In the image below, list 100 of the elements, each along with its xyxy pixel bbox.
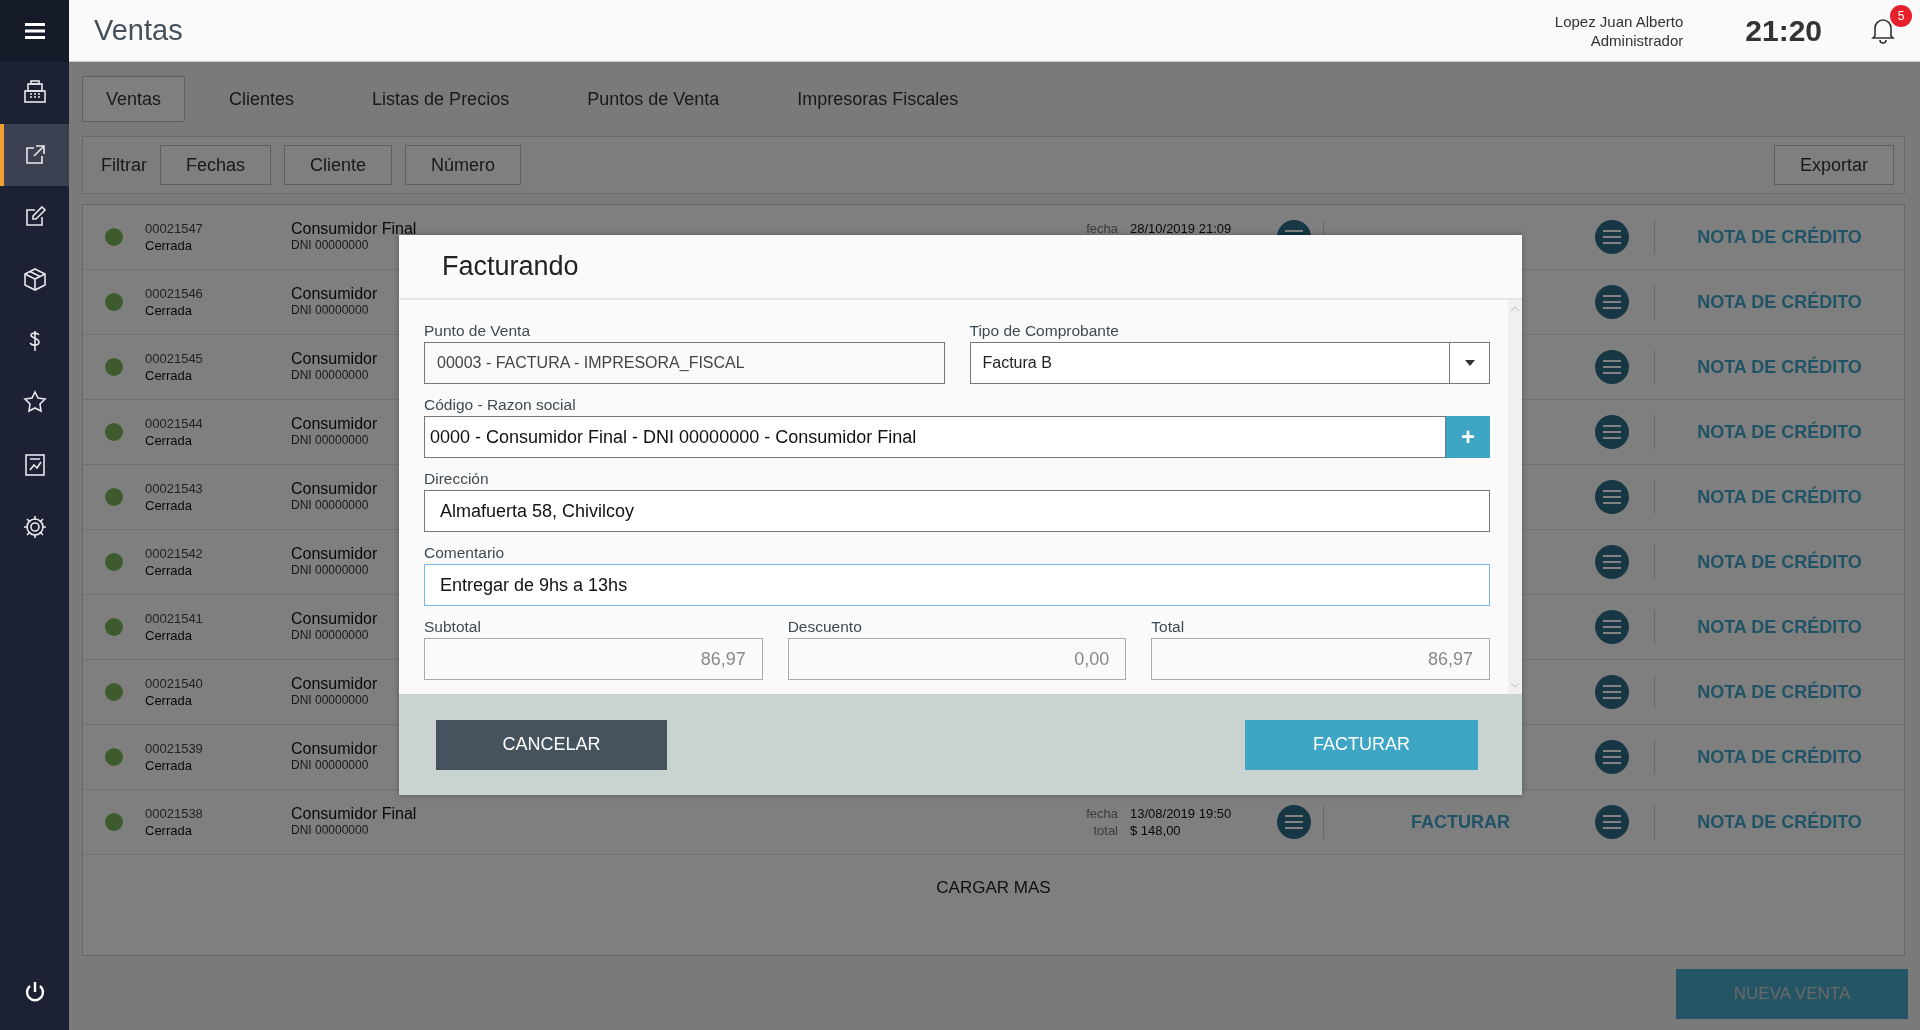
- options-button[interactable]: [1595, 480, 1629, 514]
- options-button[interactable]: [1595, 545, 1629, 579]
- input-field[interactable]: Entregar de 9hs a 13hs: [424, 564, 1490, 606]
- filter-button[interactable]: Número: [405, 145, 522, 185]
- tab[interactable]: Puntos de Venta: [563, 76, 744, 122]
- tab[interactable]: Ventas: [82, 76, 186, 122]
- power-icon: [23, 980, 46, 1004]
- options-button[interactable]: [1277, 805, 1311, 839]
- customer-dni: DNI 00000000: [291, 367, 369, 384]
- status-dot: [105, 358, 123, 376]
- credit-note-button[interactable]: NOTA DE CRÉDITO: [1691, 550, 1868, 574]
- list-icon: [1603, 230, 1621, 244]
- sale-total: $ 148,00: [1130, 823, 1181, 838]
- options-button[interactable]: [1595, 805, 1629, 839]
- field-label: Tipo de Comprobante: [969, 321, 1120, 341]
- field-label: Total: [1151, 617, 1186, 637]
- date-label: fecha: [1085, 806, 1118, 821]
- sale-date: 13/08/2019 19:50: [1130, 806, 1232, 821]
- customer-name: Consumidor Final: [291, 220, 417, 237]
- options-button[interactable]: [1595, 285, 1629, 319]
- caret-icon: [1464, 360, 1475, 366]
- scroll-down-icon: [1510, 682, 1520, 688]
- credit-note-button[interactable]: NOTA DE CRÉDITO: [1691, 225, 1868, 249]
- list-icon: [1603, 425, 1621, 439]
- customer-dni: DNI 00000000: [291, 302, 369, 319]
- menu-icon: [24, 22, 45, 40]
- list-icon: [1603, 620, 1621, 634]
- credit-note-button[interactable]: NOTA DE CRÉDITO: [1691, 615, 1868, 639]
- customer-name: Consumidor: [291, 415, 378, 432]
- export-button[interactable]: Exportar: [1773, 145, 1894, 185]
- status-dot: [105, 423, 123, 441]
- filter-button[interactable]: Cliente: [284, 145, 393, 185]
- notification-count: 5: [1890, 5, 1912, 28]
- status-dot: [105, 748, 123, 766]
- options-button[interactable]: [1595, 220, 1629, 254]
- scroll-up-icon: [1510, 306, 1520, 312]
- credit-note-button[interactable]: NOTA DE CRÉDITO: [1691, 485, 1868, 509]
- nav-button[interactable]: [0, 124, 69, 186]
- filter-label: Filtrar: [101, 154, 147, 176]
- list-icon: [1603, 555, 1621, 569]
- customer-name: Consumidor: [291, 610, 378, 627]
- customer-dni: DNI 00000000: [291, 692, 369, 709]
- sale-status: Cerrada: [145, 367, 192, 384]
- customer-dni: DNI 00000000: [291, 757, 369, 774]
- voucher-type-select[interactable]: Factura B: [969, 342, 1490, 384]
- package-icon: [21, 266, 48, 292]
- filter-button[interactable]: Fechas: [160, 145, 272, 185]
- list-icon: [1285, 815, 1303, 829]
- sale-number: 00021545: [145, 350, 203, 367]
- sale-number: 00021547: [145, 220, 203, 237]
- sale-number: 00021538: [145, 805, 203, 822]
- options-button[interactable]: [1595, 675, 1629, 709]
- status-dot: [105, 553, 123, 571]
- sale-status: Cerrada: [145, 757, 192, 774]
- credit-note-button[interactable]: NOTA DE CRÉDITO: [1691, 810, 1868, 834]
- sale-number: 00021542: [145, 545, 203, 562]
- field-label: Descuento: [787, 617, 863, 637]
- field-label: Código - Razon social: [424, 395, 577, 415]
- sale-status: Cerrada: [145, 497, 192, 514]
- sale-number: 00021543: [145, 480, 203, 497]
- sale-number: 00021546: [145, 285, 203, 302]
- input-field[interactable]: 00003 - FACTURA - IMPRESORA_FISCAL: [424, 342, 945, 384]
- input-field[interactable]: 0000 - Consumidor Final - DNI 00000000 - Consumidor Final: [424, 416, 1446, 458]
- user-role: Administrador: [1590, 30, 1684, 50]
- date-label: fecha: [1085, 221, 1118, 236]
- status-dot: [105, 813, 123, 831]
- cancel-button[interactable]: CANCELAR: [436, 719, 667, 770]
- tab[interactable]: Listas de Precios: [348, 76, 534, 122]
- customer-name: Consumidor: [291, 740, 378, 757]
- options-button[interactable]: [1595, 740, 1629, 774]
- invoice-submit-button[interactable]: FACTURAR: [1245, 719, 1478, 770]
- scrollbar[interactable]: [1508, 300, 1522, 694]
- options-button[interactable]: [1595, 610, 1629, 644]
- settings-icon: [21, 514, 48, 540]
- options-button[interactable]: [1595, 350, 1629, 384]
- clock-time: 21:20: [1745, 13, 1822, 48]
- sale-number: 00021541: [145, 610, 203, 627]
- credit-note-button[interactable]: NOTA DE CRÉDITO: [1691, 290, 1868, 314]
- sale-status: Cerrada: [145, 692, 192, 709]
- invoice-button[interactable]: FACTURAR: [1405, 810, 1516, 834]
- customer-name: Consumidor: [291, 350, 378, 367]
- input-field[interactable]: Almafuerta 58, Chivilcoy: [424, 490, 1490, 532]
- list-icon: [1603, 490, 1621, 504]
- list-icon: [1603, 815, 1621, 829]
- options-button[interactable]: [1595, 415, 1629, 449]
- tab[interactable]: Impresoras Fiscales: [773, 76, 983, 122]
- credit-note-button[interactable]: NOTA DE CRÉDITO: [1691, 420, 1868, 444]
- total-label: total: [1092, 823, 1118, 838]
- status-dot: [105, 228, 123, 246]
- customer-dni: DNI 00000000: [291, 237, 369, 254]
- page-title: Ventas: [94, 14, 184, 47]
- credit-note-button[interactable]: NOTA DE CRÉDITO: [1691, 745, 1868, 769]
- add-button[interactable]: +: [1446, 416, 1490, 458]
- load-more-button[interactable]: CARGAR MAS: [930, 877, 1057, 899]
- tab[interactable]: Clientes: [205, 76, 319, 122]
- user-name: Lopez Juan Alberto: [1554, 11, 1684, 31]
- credit-note-button[interactable]: NOTA DE CRÉDITO: [1691, 355, 1868, 379]
- customer-dni: DNI 00000000: [291, 822, 369, 839]
- credit-note-button[interactable]: NOTA DE CRÉDITO: [1691, 680, 1868, 704]
- customer-dni: DNI 00000000: [291, 432, 369, 449]
